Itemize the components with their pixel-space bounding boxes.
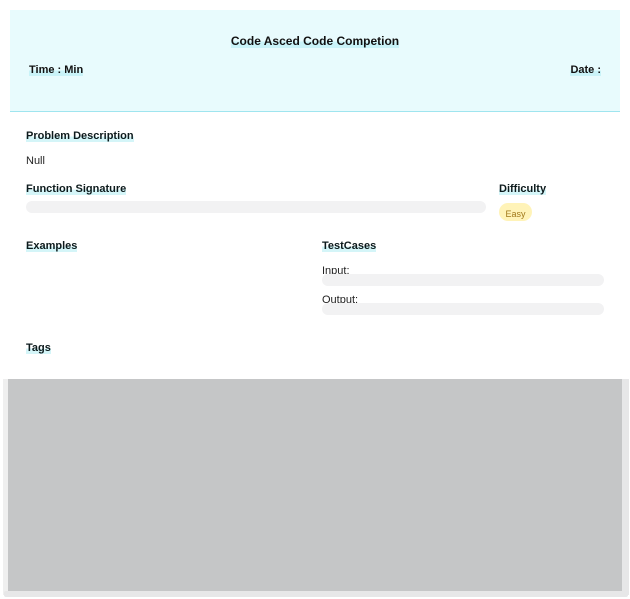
difficulty-label: Difficulty (499, 183, 547, 195)
examples-label: Examples (26, 240, 78, 252)
problem-description-value: Null (26, 155, 45, 167)
date-label: Date : (570, 64, 601, 76)
output-field[interactable] (322, 303, 604, 315)
function-signature-field[interactable] (26, 201, 486, 213)
panel-bottom-edge (4, 591, 628, 597)
time-label-text: Time : Min (29, 64, 84, 76)
editor-panel[interactable] (8, 379, 622, 591)
function-signature-label: Function Signature (26, 183, 127, 195)
problem-description-label: Problem Description (26, 130, 134, 142)
panel-right-edge (622, 379, 629, 595)
time-label: Time : Min (29, 64, 84, 76)
testcases-label: TestCases (322, 240, 377, 252)
competition-header: Code Asced Code Competion Time : Min Dat… (10, 10, 620, 112)
difficulty-badge: Easy (499, 203, 532, 221)
page-title: Code Asced Code Competion (10, 34, 620, 48)
date-label-text: Date : (570, 64, 601, 76)
input-field[interactable] (322, 274, 604, 286)
page-title-text: Code Asced Code Competion (230, 34, 400, 48)
tags-label: Tags (26, 342, 51, 354)
